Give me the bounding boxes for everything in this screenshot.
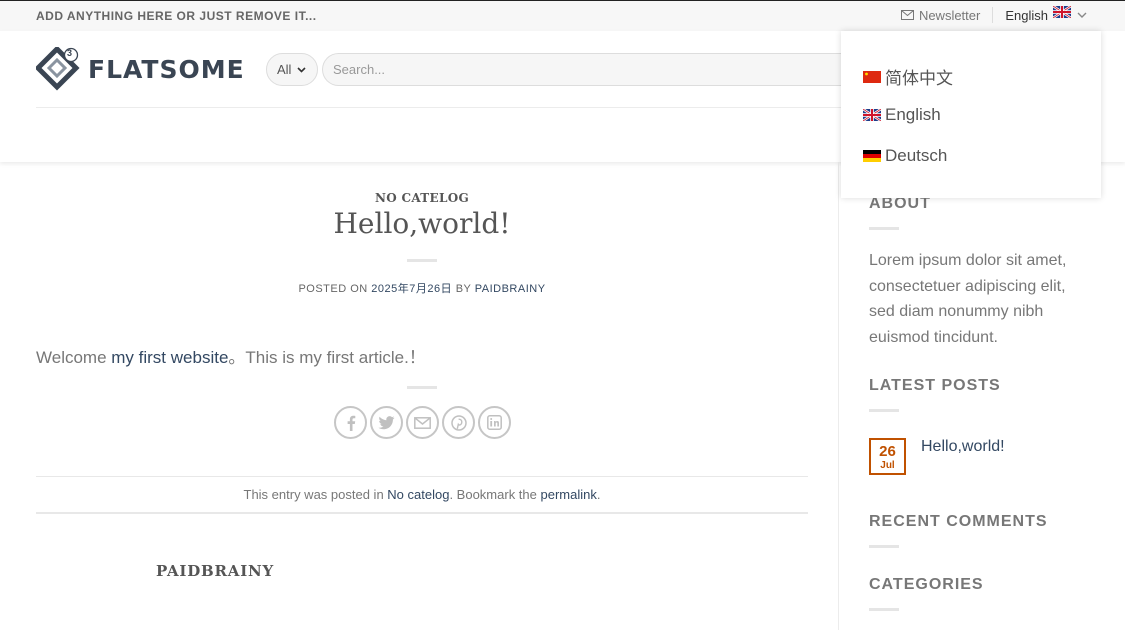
top-bar-right: Newsletter English <box>900 4 1087 23</box>
top-bar: ADD ANYTHING HERE OR JUST REMOVE IT... N… <box>0 0 1125 31</box>
uk-flag-icon <box>1052 4 1072 21</box>
cn-flag-icon <box>863 70 881 83</box>
chevron-down-icon <box>297 66 307 73</box>
share-divider <box>407 386 437 389</box>
language-option-german[interactable]: Deutsch <box>863 146 947 166</box>
facebook-icon[interactable] <box>334 406 367 439</box>
newsletter-link[interactable]: Newsletter <box>900 7 981 23</box>
email-icon[interactable] <box>406 406 439 439</box>
header-divider <box>36 107 844 108</box>
newsletter-label: Newsletter <box>918 7 981 23</box>
content-text: 。This is my first article.！ <box>228 348 426 367</box>
post-date-day: 26 <box>879 443 896 460</box>
meta-author-link[interactable]: PAIDBRAINY <box>475 283 546 295</box>
language-option-label: 简体中文 <box>885 69 953 88</box>
entry-footer: This entry was posted in No catelog. Boo… <box>36 476 808 514</box>
footer-text: . Bookmark the <box>449 487 541 502</box>
widget-divider <box>869 545 899 548</box>
language-option-label: English <box>885 105 941 124</box>
meta-posted-on: POSTED ON <box>298 283 368 295</box>
language-label: English <box>1005 7 1048 23</box>
widget-title-latest-posts: LATEST POSTS <box>869 377 1001 394</box>
divider <box>992 7 994 23</box>
site-logo[interactable]: 3 FLATSOME <box>36 47 245 91</box>
title-divider <box>407 259 437 262</box>
article-meta: POSTED ON 2025年7月26日 BY PAIDBRAINY <box>36 280 808 296</box>
linkedin-icon[interactable] <box>478 406 511 439</box>
latest-post-link[interactable]: Hello,world! <box>921 438 1005 456</box>
post-date-badge: 26 Jul <box>869 438 906 475</box>
article-category[interactable]: NO CATELOG <box>36 191 808 205</box>
sidebar-divider <box>838 162 839 630</box>
envelope-icon <box>900 10 914 20</box>
search-category-select[interactable]: All <box>266 53 318 86</box>
logo-badge: 3 <box>67 48 73 58</box>
language-option-label: Deutsch <box>885 146 948 165</box>
uk-flag-icon <box>863 109 881 121</box>
language-switcher[interactable]: English <box>1005 4 1087 23</box>
chevron-down-icon <box>1077 12 1087 18</box>
footer-text: This entry was posted in <box>243 487 388 502</box>
widget-title-categories: CATEGORIES <box>869 576 984 593</box>
meta-by: BY <box>455 283 472 295</box>
permalink-link[interactable]: permalink <box>541 487 597 502</box>
language-option-english[interactable]: English <box>863 105 941 125</box>
content-link[interactable]: my first website <box>111 348 228 367</box>
footer-category-link[interactable]: No catelog <box>387 487 449 502</box>
about-text: Lorem ipsum dolor sit amet, consectetuer… <box>869 252 1067 346</box>
post-date-month: Jul <box>880 460 895 471</box>
article-content: Welcome my first website。This is my firs… <box>36 343 426 368</box>
widget-divider <box>869 409 899 412</box>
twitter-icon[interactable] <box>370 406 403 439</box>
category-select-value: All <box>277 62 292 77</box>
language-dropdown: 简体中文 English Deutsch <box>841 31 1101 198</box>
footer-text: . <box>596 487 601 502</box>
flatsome-logo-icon <box>36 47 80 91</box>
author-name: PAIDBRAINY <box>156 562 275 580</box>
logo-text: FLATSOME <box>88 54 245 84</box>
article-title: Hello,world! <box>333 207 511 240</box>
top-bar-text: ADD ANYTHING HERE OR JUST REMOVE IT... <box>36 9 317 23</box>
language-option-chinese[interactable]: 简体中文 <box>863 64 953 89</box>
widget-title-recent-comments: RECENT COMMENTS <box>869 513 1048 530</box>
widget-divider <box>869 227 899 230</box>
search-input[interactable]: Search... <box>322 53 882 86</box>
de-flag-icon <box>863 150 881 162</box>
content-text: Welcome <box>36 348 112 367</box>
pinterest-icon[interactable] <box>442 406 475 439</box>
meta-date-link[interactable]: 2025年7月26日 <box>371 283 452 295</box>
widget-divider <box>869 608 899 611</box>
share-icons <box>334 406 514 439</box>
